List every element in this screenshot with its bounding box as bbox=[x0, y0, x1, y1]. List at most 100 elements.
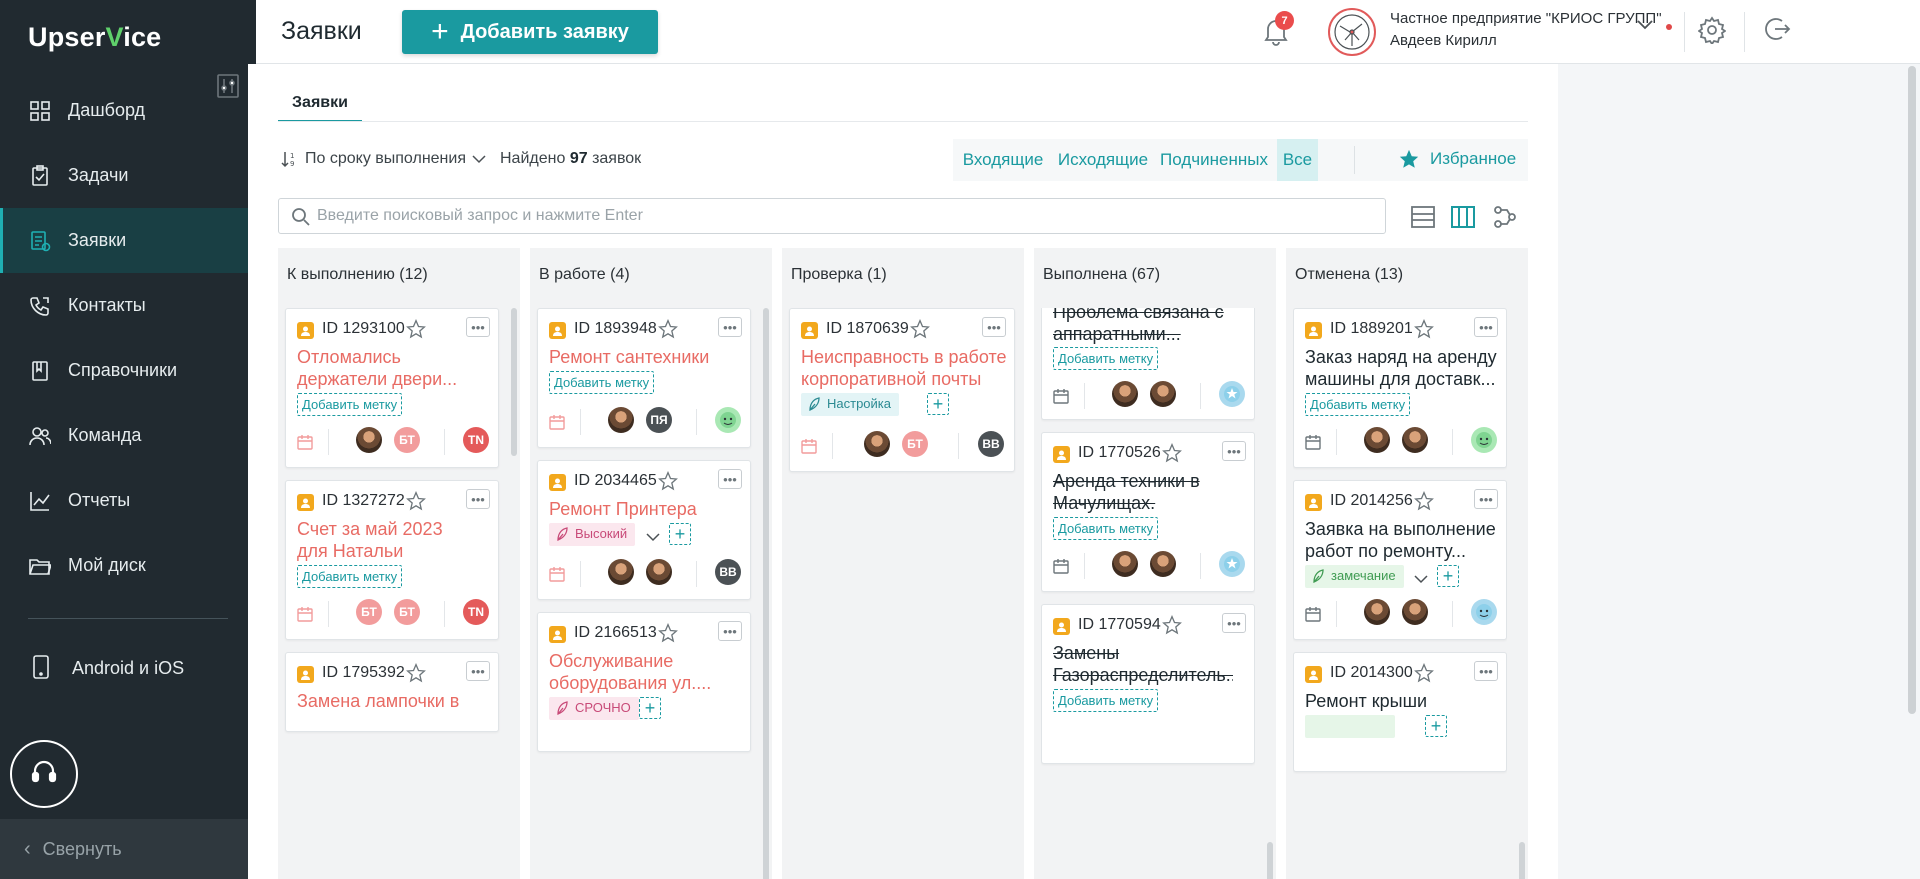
calendar-icon[interactable] bbox=[1305, 606, 1321, 622]
assignee-avatar[interactable] bbox=[1471, 599, 1497, 625]
avatar[interactable] bbox=[1402, 599, 1428, 625]
avatar[interactable]: ПЯ bbox=[646, 407, 672, 433]
avatar[interactable]: БТ bbox=[902, 431, 928, 457]
add-tag-plus-button[interactable]: + bbox=[927, 393, 949, 415]
app-logo[interactable]: UpserVice bbox=[28, 22, 161, 53]
assignee-avatar[interactable] bbox=[1219, 381, 1245, 407]
request-title[interactable]: Заказ наряд на аренду машины для доставк… bbox=[1305, 346, 1501, 390]
search-input[interactable]: Введите поисковый запрос и нажмите Enter bbox=[278, 198, 1386, 234]
sidebar-item-tasks[interactable]: Задачи bbox=[0, 143, 256, 208]
favorites-button[interactable]: Избранное bbox=[1398, 148, 1516, 170]
star-icon[interactable] bbox=[910, 318, 930, 339]
request-card[interactable]: ID 2014300 ••• Ремонт крыши + bbox=[1293, 652, 1507, 772]
column-scrollbar[interactable] bbox=[511, 308, 517, 456]
assignee-avatar[interactable] bbox=[715, 407, 741, 433]
column-scrollbar[interactable] bbox=[763, 308, 769, 879]
request-title[interactable]: Ремонт крыши bbox=[1305, 690, 1485, 712]
tag-partial[interactable] bbox=[1305, 715, 1395, 738]
star-icon[interactable] bbox=[658, 470, 678, 491]
request-card[interactable]: ID 2014256 ••• Заявка на выполнение рабо… bbox=[1293, 480, 1507, 640]
request-card[interactable]: ID 1770526 ••• Аренда техники в Мачулища… bbox=[1041, 432, 1255, 592]
add-tag-button[interactable]: Добавить метку bbox=[297, 565, 403, 588]
star-icon[interactable] bbox=[1414, 490, 1434, 511]
company-info[interactable]: Частное предприятие "КРИОС ГРУПП" Авдеев… bbox=[1390, 8, 1662, 52]
request-title[interactable]: Ремонт сантехники bbox=[549, 346, 729, 368]
request-card[interactable]: ID 1770594 ••• Замены Газораспределитель… bbox=[1041, 604, 1255, 764]
card-menu-button[interactable]: ••• bbox=[718, 621, 742, 641]
add-tag-plus-button[interactable]: + bbox=[669, 523, 691, 545]
collapse-sidebar-button[interactable]: ‹ Свернуть bbox=[0, 819, 256, 879]
star-icon[interactable] bbox=[1162, 614, 1182, 635]
assignee-avatar[interactable]: TN bbox=[463, 427, 489, 453]
avatar[interactable] bbox=[1364, 599, 1390, 625]
request-title[interactable]: Отломались держатели двери... bbox=[297, 346, 477, 390]
tag-remark[interactable]: замечание bbox=[1305, 565, 1404, 588]
avatar[interactable] bbox=[608, 407, 634, 433]
avatar[interactable] bbox=[1112, 381, 1138, 407]
request-title[interactable]: Неисправность в работе корпоративной поч… bbox=[801, 346, 1011, 390]
logout-icon[interactable] bbox=[1762, 14, 1792, 44]
star-icon[interactable] bbox=[1162, 442, 1182, 463]
filter-all[interactable]: Все bbox=[1277, 139, 1318, 181]
avatar[interactable] bbox=[356, 427, 382, 453]
support-button[interactable] bbox=[10, 740, 78, 808]
request-card[interactable]: Проблема связана с аппаратными... Добави… bbox=[1041, 308, 1255, 420]
sidebar-item-team[interactable]: Команда bbox=[0, 403, 256, 468]
request-title[interactable]: Проблема связана с аппаратными... bbox=[1053, 308, 1233, 345]
calendar-icon[interactable] bbox=[549, 414, 565, 430]
tab-requests[interactable]: Заявки bbox=[278, 90, 362, 122]
sort-dropdown[interactable]: 19 По сроку выполнения bbox=[281, 150, 486, 168]
filter-incoming[interactable]: Входящие bbox=[953, 139, 1053, 181]
assignee-avatar[interactable]: BB bbox=[715, 559, 741, 585]
card-menu-button[interactable]: ••• bbox=[982, 317, 1006, 337]
avatar[interactable]: БТ bbox=[394, 599, 420, 625]
add-tag-button[interactable]: Добавить метку bbox=[297, 393, 403, 416]
filter-subordinates[interactable]: Подчиненных bbox=[1153, 139, 1275, 181]
request-card[interactable]: ID 1795392 ••• Замена лампочки в bbox=[285, 652, 499, 732]
calendar-icon[interactable] bbox=[297, 434, 313, 450]
calendar-icon[interactable] bbox=[1305, 434, 1321, 450]
card-menu-button[interactable]: ••• bbox=[1474, 317, 1498, 337]
add-tag-plus-button[interactable]: + bbox=[1425, 715, 1447, 737]
card-menu-button[interactable]: ••• bbox=[466, 661, 490, 681]
sidebar-item-references[interactable]: Справочники bbox=[0, 338, 256, 403]
request-card[interactable]: ID 1889201 ••• Заказ наряд на аренду маш… bbox=[1293, 308, 1507, 468]
request-card[interactable]: ID 1893948 ••• Ремонт сантехники Добавит… bbox=[537, 308, 751, 448]
star-icon[interactable] bbox=[406, 318, 426, 339]
avatar[interactable] bbox=[1402, 427, 1428, 453]
card-menu-button[interactable]: ••• bbox=[466, 317, 490, 337]
request-card[interactable]: ID 2034465 ••• Ремонт Принтера Высокий +… bbox=[537, 460, 751, 600]
add-tag-plus-button[interactable]: + bbox=[639, 697, 661, 719]
assignee-avatar[interactable]: TN bbox=[463, 599, 489, 625]
card-menu-button[interactable]: ••• bbox=[1222, 613, 1246, 633]
sidebar-item-mobile-apps[interactable]: Android и iOS bbox=[0, 636, 256, 700]
avatar[interactable]: БТ bbox=[356, 599, 382, 625]
add-tag-button[interactable]: Добавить метку bbox=[549, 371, 655, 394]
gear-icon[interactable] bbox=[1697, 16, 1727, 46]
card-menu-button[interactable]: ••• bbox=[1474, 489, 1498, 509]
avatar[interactable] bbox=[646, 559, 672, 585]
chevron-down-icon[interactable] bbox=[1414, 571, 1428, 584]
request-card[interactable]: ID 1293100 ••• Отломались держатели двер… bbox=[285, 308, 499, 468]
star-icon[interactable] bbox=[406, 490, 426, 511]
request-title[interactable]: Замена лампочки в bbox=[297, 690, 477, 712]
kanban-view-icon[interactable] bbox=[1450, 204, 1476, 230]
filter-outgoing[interactable]: Исходящие bbox=[1053, 139, 1153, 181]
star-icon[interactable] bbox=[1414, 318, 1434, 339]
sidebar-item-contacts[interactable]: Контакты bbox=[0, 273, 256, 338]
list-view-icon[interactable] bbox=[1410, 204, 1436, 230]
avatar[interactable] bbox=[608, 559, 634, 585]
graph-view-icon[interactable] bbox=[1492, 204, 1518, 230]
request-title[interactable]: Ремонт Принтера bbox=[549, 498, 729, 520]
filter-settings-icon[interactable] bbox=[217, 74, 239, 98]
request-card[interactable]: ID 1327272 ••• Счет за май 2023 для Ната… bbox=[285, 480, 499, 640]
add-tag-button[interactable]: Добавить метку bbox=[1053, 689, 1159, 712]
sidebar-item-requests[interactable]: Заявки bbox=[0, 208, 256, 273]
add-tag-plus-button[interactable]: + bbox=[1437, 565, 1459, 587]
avatar[interactable] bbox=[864, 431, 890, 457]
chevron-down-icon[interactable] bbox=[1636, 18, 1654, 32]
card-menu-button[interactable]: ••• bbox=[1474, 661, 1498, 681]
avatar[interactable] bbox=[1150, 551, 1176, 577]
card-menu-button[interactable]: ••• bbox=[1222, 441, 1246, 461]
request-card[interactable]: ID 1870639 ••• Неисправность в работе ко… bbox=[789, 308, 1015, 472]
